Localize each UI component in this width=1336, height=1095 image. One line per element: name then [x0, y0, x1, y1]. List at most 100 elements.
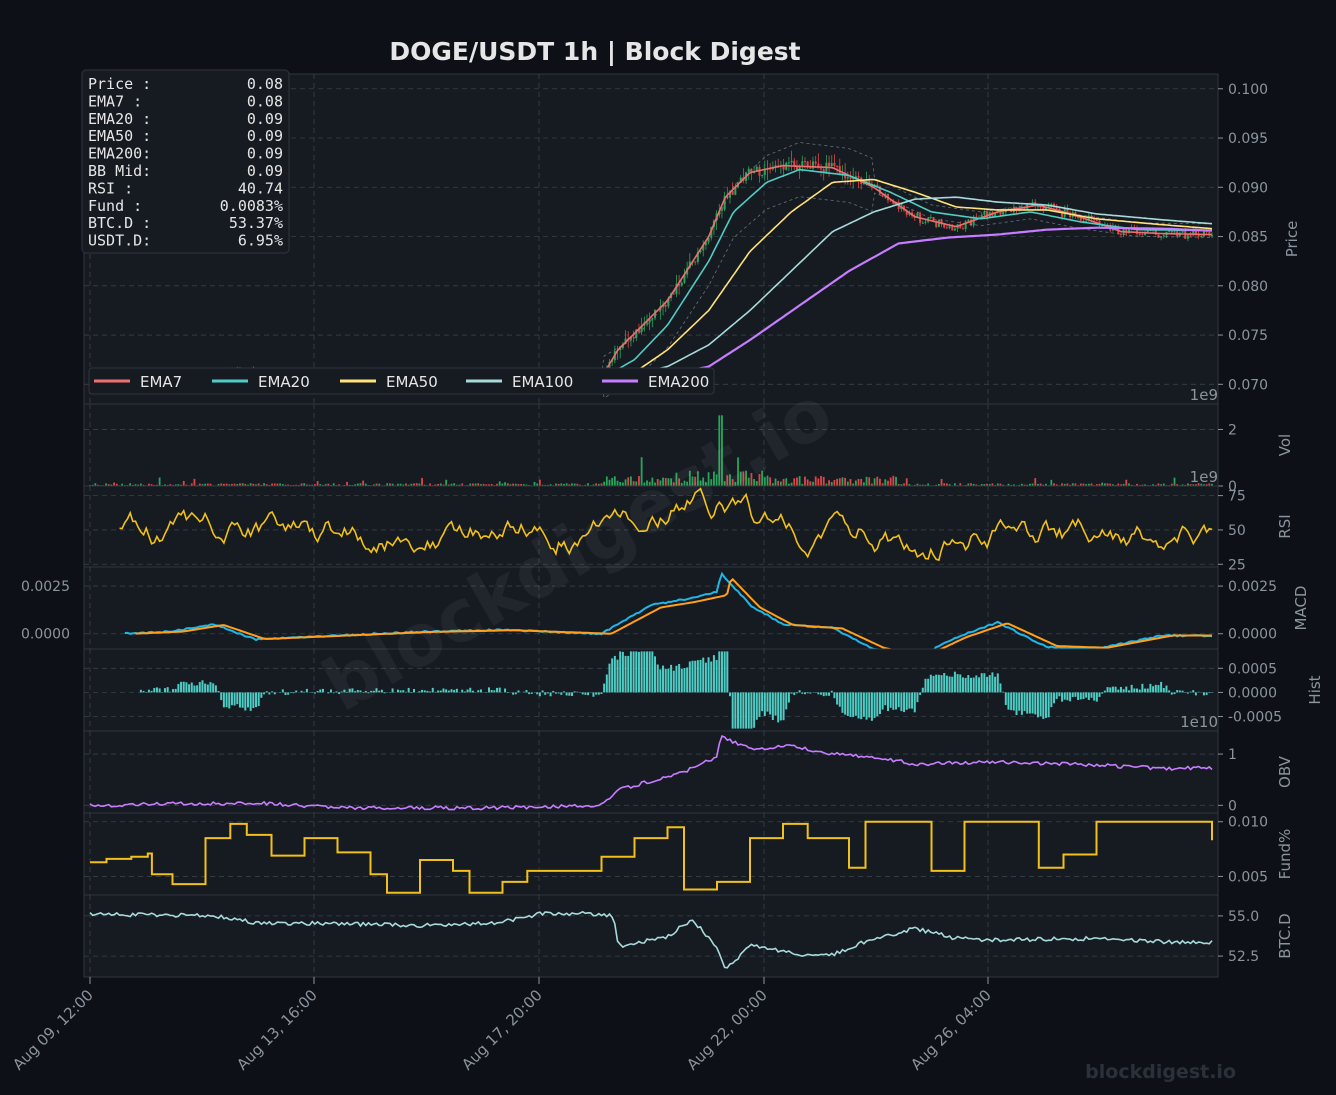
candle-body: [953, 228, 956, 231]
volume-bar: [876, 476, 879, 486]
histogram-bar: [710, 661, 713, 693]
histogram-bar: [255, 692, 258, 708]
histogram-bar: [1044, 692, 1047, 718]
histogram-bar: [1168, 690, 1171, 693]
info-value: 0.08: [247, 75, 283, 93]
histogram-bar: [803, 692, 806, 695]
info-value: 0.09: [247, 145, 283, 163]
histogram-bar: [493, 690, 496, 693]
y-tick-label: 0.085: [1228, 230, 1268, 246]
y-tick-label: 1: [1228, 747, 1237, 763]
histogram-bar: [1181, 690, 1184, 693]
histogram-bar: [654, 656, 657, 693]
histogram-bar: [691, 660, 694, 693]
histogram-bar: [1026, 692, 1029, 714]
volume-bar: [193, 478, 196, 486]
histogram-bar: [1020, 692, 1023, 715]
histogram-bar: [180, 681, 183, 693]
histogram-bar: [667, 668, 670, 693]
info-value: 0.0083%: [220, 197, 283, 215]
volume-bar: [889, 477, 892, 486]
histogram-bar: [651, 651, 654, 693]
histogram-bar: [782, 692, 785, 721]
histogram-bar: [916, 692, 919, 703]
histogram-bar: [857, 692, 860, 719]
histogram-bar: [948, 676, 951, 693]
candle-body: [1170, 230, 1173, 233]
histogram-bar: [233, 692, 236, 706]
histogram-bar: [927, 678, 930, 693]
candle-body: [1138, 233, 1141, 235]
histogram-bar: [903, 692, 906, 713]
volume-bar: [796, 477, 798, 486]
histogram-bar: [1133, 688, 1136, 693]
histogram-bar: [1138, 689, 1141, 693]
volume-bar: [812, 481, 814, 486]
histogram-bar: [1087, 692, 1090, 700]
histogram-bar: [769, 692, 772, 715]
histogram-bar: [619, 651, 622, 693]
candle-body: [830, 162, 833, 167]
histogram-bar: [1111, 686, 1114, 693]
histogram-bar: [688, 661, 691, 693]
histogram-bar: [999, 683, 1002, 693]
histogram-bar: [913, 692, 916, 713]
volume-bar: [844, 477, 847, 486]
histogram-bar: [568, 692, 571, 696]
candle-body: [672, 293, 675, 295]
candle-body: [1141, 234, 1144, 236]
histogram-bar: [150, 690, 153, 693]
histogram-bar: [967, 675, 970, 693]
volume-bar: [836, 478, 839, 486]
panel-fund: 0.005 0.010 Fund%: [83, 812, 1294, 896]
volume-bar: [1050, 479, 1053, 486]
histogram-bar: [1082, 692, 1085, 700]
histogram-bar: [241, 692, 244, 708]
volume-bar: [822, 476, 825, 486]
candle-body: [945, 227, 948, 229]
histogram-bar: [635, 651, 638, 693]
histogram-bar: [201, 680, 204, 693]
histogram-bar: [956, 674, 959, 693]
info-label: Fund :: [88, 197, 142, 215]
y-tick-label: 0.080: [1228, 279, 1268, 295]
info-value: 40.74: [238, 179, 283, 197]
histogram-bar: [943, 673, 946, 693]
info-label: BB Mid:: [88, 162, 151, 180]
histogram-bar: [793, 692, 796, 696]
panel-btcd-frame: [83, 894, 1219, 978]
histogram-bar: [546, 692, 549, 694]
histogram-bar: [287, 692, 290, 695]
histogram-bar: [1202, 692, 1205, 696]
histogram-bar: [929, 674, 932, 693]
histogram-bar: [212, 683, 215, 693]
histogram-bar: [536, 692, 539, 695]
histogram-bar: [445, 689, 448, 693]
y-tick-label: 25: [1228, 557, 1246, 573]
histogram-bar: [1125, 686, 1128, 693]
histogram-bar: [172, 689, 175, 693]
histogram-bar: [1103, 690, 1106, 693]
histogram-bar: [538, 692, 541, 697]
histogram-bar: [728, 692, 731, 697]
histogram-bar: [423, 690, 426, 693]
histogram-bar: [854, 692, 857, 716]
histogram-bar: [268, 692, 271, 695]
histogram-bar: [798, 690, 801, 693]
histogram-bar: [1042, 692, 1045, 719]
histogram-bar: [1061, 692, 1064, 702]
histogram-bar: [608, 663, 611, 693]
histogram-bar: [892, 692, 895, 710]
volume-bar: [445, 479, 448, 486]
histogram-bar: [600, 692, 603, 695]
histogram-bar: [1058, 692, 1061, 697]
histogram-bar: [908, 692, 911, 709]
histogram-bar: [1117, 689, 1120, 693]
volume-bar: [182, 480, 185, 486]
histogram-bar: [919, 692, 922, 695]
histogram-bar: [554, 692, 557, 694]
histogram-bar: [951, 676, 954, 693]
volume-bar: [538, 479, 541, 486]
histogram-bar: [188, 684, 191, 693]
histogram-bar: [466, 689, 469, 693]
